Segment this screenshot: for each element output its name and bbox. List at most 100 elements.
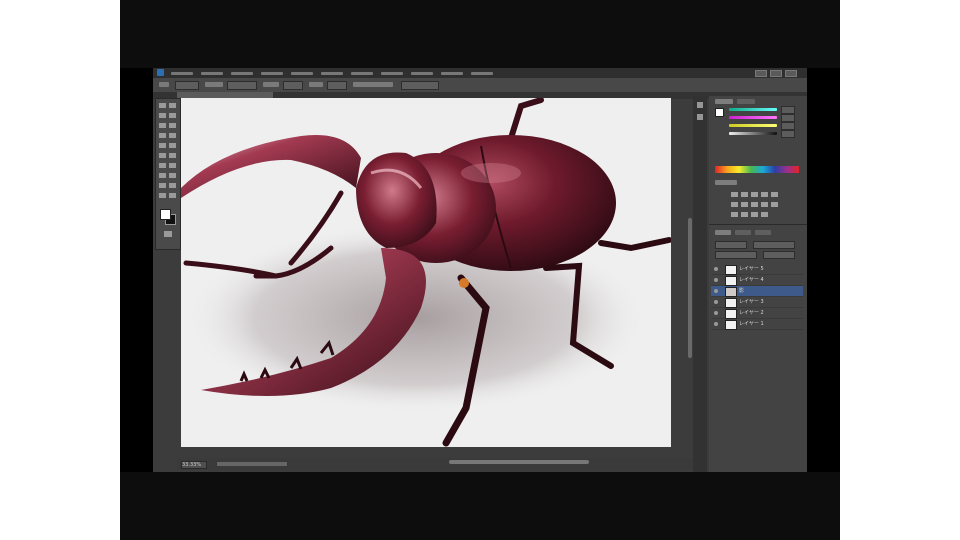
quick-mask-icon[interactable] <box>164 231 172 237</box>
posterize-icon[interactable] <box>741 212 748 217</box>
vertical-scrollbar[interactable] <box>688 218 692 358</box>
pen-tool-icon[interactable] <box>159 173 166 178</box>
fill-field[interactable] <box>763 251 795 259</box>
zoom-field[interactable]: 33.33% <box>181 461 207 469</box>
close-button[interactable] <box>785 70 797 77</box>
tool-preset-icon[interactable] <box>159 82 169 87</box>
shape-tool-icon[interactable] <box>169 183 176 188</box>
eye-icon[interactable] <box>714 322 718 326</box>
menu-file[interactable] <box>171 71 193 75</box>
layer-row[interactable]: レイヤー 4 <box>711 275 803 286</box>
blend-mode-dropdown[interactable] <box>753 241 795 249</box>
maximize-button[interactable] <box>770 70 782 77</box>
move-tool-icon[interactable] <box>159 103 166 108</box>
layer-thumbnail <box>725 298 737 308</box>
flow-field[interactable] <box>327 81 347 90</box>
photoshop-window: 33.33% レイヤー 5 レイヤー 4 影 レイヤー 3 レイヤー 2 レイヤ… <box>153 68 807 472</box>
menu-type[interactable] <box>291 71 313 75</box>
hand-tool-icon[interactable] <box>159 193 166 198</box>
brush-tool-icon[interactable] <box>169 133 176 138</box>
magic-wand-tool-icon[interactable] <box>169 113 176 118</box>
layer-row[interactable]: レイヤー 1 <box>711 319 803 330</box>
color-balance-icon[interactable] <box>741 202 748 207</box>
menu-layer[interactable] <box>261 71 283 75</box>
layer-row[interactable]: レイヤー 3 <box>711 297 803 308</box>
slider-c[interactable] <box>729 108 777 111</box>
layer-name: レイヤー 4 <box>739 277 764 283</box>
eye-icon[interactable] <box>714 311 718 315</box>
slider-m-value[interactable] <box>781 114 795 122</box>
levels-icon[interactable] <box>741 192 748 197</box>
opacity-label <box>263 82 279 87</box>
eye-icon[interactable] <box>714 289 718 293</box>
stamp-tool-icon[interactable] <box>159 143 166 148</box>
tab-color[interactable] <box>715 99 733 104</box>
eye-icon[interactable] <box>714 300 718 304</box>
slider-k-value[interactable] <box>781 130 795 138</box>
layer-filter-dropdown[interactable] <box>715 241 747 249</box>
brightness-icon[interactable] <box>731 192 738 197</box>
lasso-tool-icon[interactable] <box>159 113 166 118</box>
layer-row[interactable]: レイヤー 2 <box>711 308 803 319</box>
tab-paths[interactable] <box>755 230 771 235</box>
properties-panel-icon[interactable] <box>697 114 703 120</box>
gradient-map-icon[interactable] <box>761 212 768 217</box>
vibrance-icon[interactable] <box>771 192 778 197</box>
document-canvas[interactable] <box>181 98 671 447</box>
eyedropper-tool-icon[interactable] <box>169 123 176 128</box>
mode-dropdown[interactable] <box>227 81 257 90</box>
lock-options[interactable] <box>715 251 757 259</box>
slider-m[interactable] <box>729 116 777 119</box>
airbrush-option[interactable] <box>353 82 393 87</box>
eye-icon[interactable] <box>714 267 718 271</box>
tab-swatches[interactable] <box>737 99 755 104</box>
menu-help[interactable] <box>471 71 493 75</box>
pressure-toggle[interactable] <box>401 81 439 90</box>
opacity-field[interactable] <box>283 81 303 90</box>
tab-layers[interactable] <box>715 230 731 235</box>
horizontal-scrollbar[interactable] <box>449 460 589 464</box>
slider-y[interactable] <box>729 124 777 127</box>
hue-saturation-icon[interactable] <box>731 202 738 207</box>
blur-tool-icon[interactable] <box>159 163 166 168</box>
layer-row-active[interactable]: 影 <box>711 286 803 297</box>
slider-k[interactable] <box>729 132 777 135</box>
zoom-tool-icon[interactable] <box>169 193 176 198</box>
channel-mixer-icon[interactable] <box>771 202 778 207</box>
panel-divider <box>709 224 807 225</box>
black-white-icon[interactable] <box>751 202 758 207</box>
history-panel-icon[interactable] <box>697 102 703 108</box>
foreground-color-swatch[interactable] <box>160 209 171 220</box>
eye-icon[interactable] <box>714 278 718 282</box>
tab-adjustments[interactable] <box>715 180 737 185</box>
slider-y-value[interactable] <box>781 122 795 130</box>
healing-tool-icon[interactable] <box>159 133 166 138</box>
eraser-tool-icon[interactable] <box>159 153 166 158</box>
tab-channels[interactable] <box>735 230 751 235</box>
threshold-icon[interactable] <box>751 212 758 217</box>
curves-icon[interactable] <box>751 192 758 197</box>
dodge-tool-icon[interactable] <box>169 163 176 168</box>
menu-3d[interactable] <box>381 71 403 75</box>
slider-c-value[interactable] <box>781 106 795 114</box>
menu-filter[interactable] <box>351 71 373 75</box>
marquee-tool-icon[interactable] <box>169 103 176 108</box>
menu-edit[interactable] <box>201 71 223 75</box>
gradient-tool-icon[interactable] <box>169 153 176 158</box>
color-spectrum[interactable] <box>715 166 799 173</box>
exposure-icon[interactable] <box>761 192 768 197</box>
photo-filter-icon[interactable] <box>761 202 768 207</box>
invert-icon[interactable] <box>731 212 738 217</box>
crop-tool-icon[interactable] <box>159 123 166 128</box>
layer-row[interactable]: レイヤー 5 <box>711 264 803 275</box>
color-swatch-icon[interactable] <box>715 108 724 117</box>
history-brush-tool-icon[interactable] <box>169 143 176 148</box>
menu-view[interactable] <box>411 71 433 75</box>
menu-window[interactable] <box>441 71 463 75</box>
menu-select[interactable] <box>321 71 343 75</box>
menu-image[interactable] <box>231 71 253 75</box>
type-tool-icon[interactable] <box>169 173 176 178</box>
path-select-tool-icon[interactable] <box>159 183 166 188</box>
minimize-button[interactable] <box>755 70 767 77</box>
brush-preset-dropdown[interactable] <box>175 81 199 90</box>
